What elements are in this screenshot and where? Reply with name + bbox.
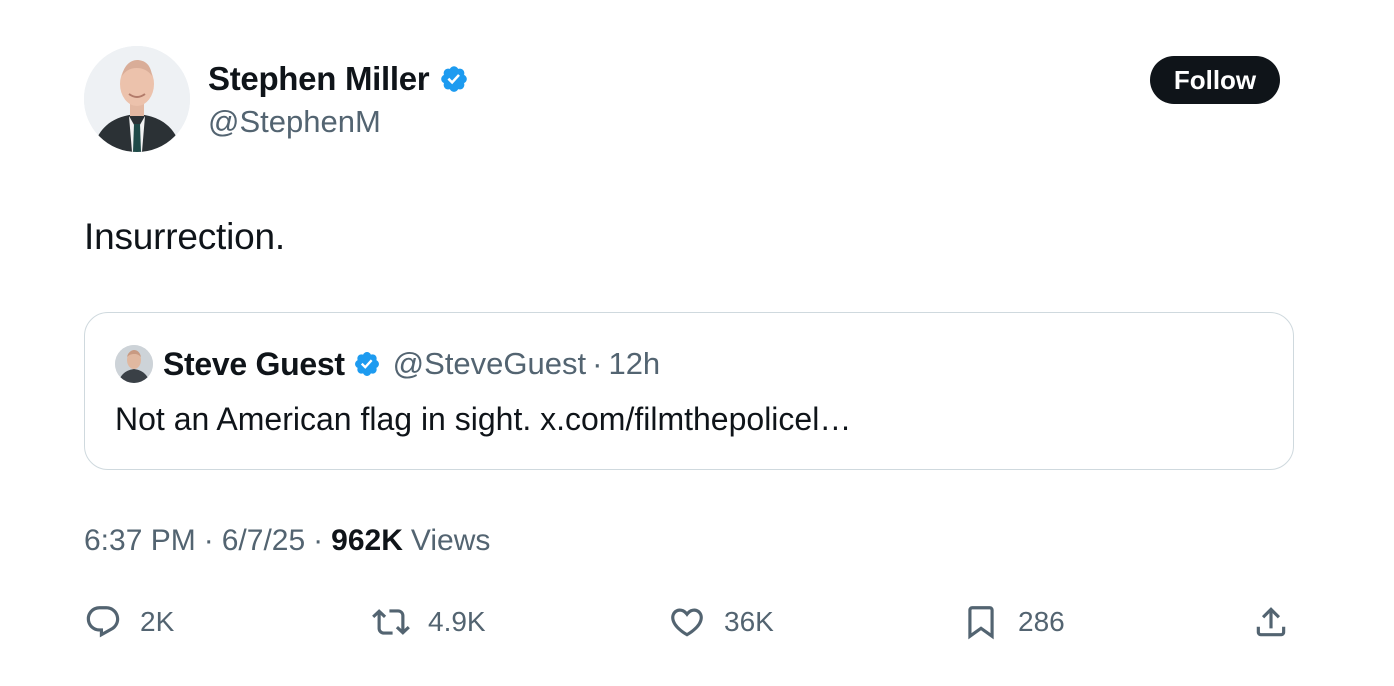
quoted-author-avatar xyxy=(115,345,153,383)
tweet-header: Stephen Miller @StephenM Follow xyxy=(84,46,1296,154)
views-count: 962K xyxy=(331,524,403,557)
meta-separator: · xyxy=(313,524,324,557)
bookmark-icon xyxy=(968,606,994,640)
verified-badge-icon xyxy=(439,64,469,94)
quoted-timestamp: 12h xyxy=(608,346,661,381)
quoted-author-name: Steve Guest xyxy=(163,345,345,382)
tweet-time[interactable]: 6:37 PM xyxy=(84,524,196,558)
author-name[interactable]: Stephen Miller xyxy=(208,60,430,98)
views-label: Views xyxy=(410,524,491,557)
action-bar: 2K 4.9K 36K 286 xyxy=(84,598,1294,646)
like-count: 36K xyxy=(724,606,774,637)
like-button[interactable]: 36K xyxy=(668,598,774,646)
reply-count: 2K xyxy=(140,606,175,637)
meta-separator: · xyxy=(203,524,214,557)
author-handle[interactable]: @StephenM xyxy=(208,104,469,140)
share-icon xyxy=(1256,607,1286,637)
quoted-author-handle: @SteveGuest xyxy=(392,346,587,381)
reply-button[interactable]: 2K xyxy=(84,598,174,646)
like-icon xyxy=(671,608,703,637)
repost-button[interactable]: 4.9K xyxy=(372,598,486,646)
repost-icon xyxy=(372,609,410,635)
repost-count: 4.9K xyxy=(428,606,486,637)
author-names: Stephen Miller @StephenM xyxy=(208,58,469,140)
bookmark-count: 286 xyxy=(1018,606,1065,637)
share-button[interactable] xyxy=(1252,598,1290,646)
quoted-tweet-text: Not an American flag in sight. x.com/fil… xyxy=(115,401,852,437)
verified-badge-icon xyxy=(353,350,381,378)
reply-icon xyxy=(86,606,120,638)
tweet-meta: 6:37 PM · 6/7/25 · 962K Views xyxy=(84,524,490,558)
follow-button[interactable]: Follow xyxy=(1150,56,1280,104)
bookmark-button[interactable]: 286 xyxy=(962,598,1065,646)
quoted-tweet[interactable]: Steve Guest @SteveGuest · 12h Not an Ame… xyxy=(84,312,1294,470)
quoted-tweet-header: Steve Guest @SteveGuest · 12h xyxy=(115,343,660,385)
quoted-separator: · xyxy=(592,346,603,381)
author-avatar[interactable] xyxy=(84,46,190,152)
tweet-text: Insurrection. xyxy=(84,216,285,257)
tweet-date[interactable]: 6/7/25 xyxy=(222,524,305,558)
